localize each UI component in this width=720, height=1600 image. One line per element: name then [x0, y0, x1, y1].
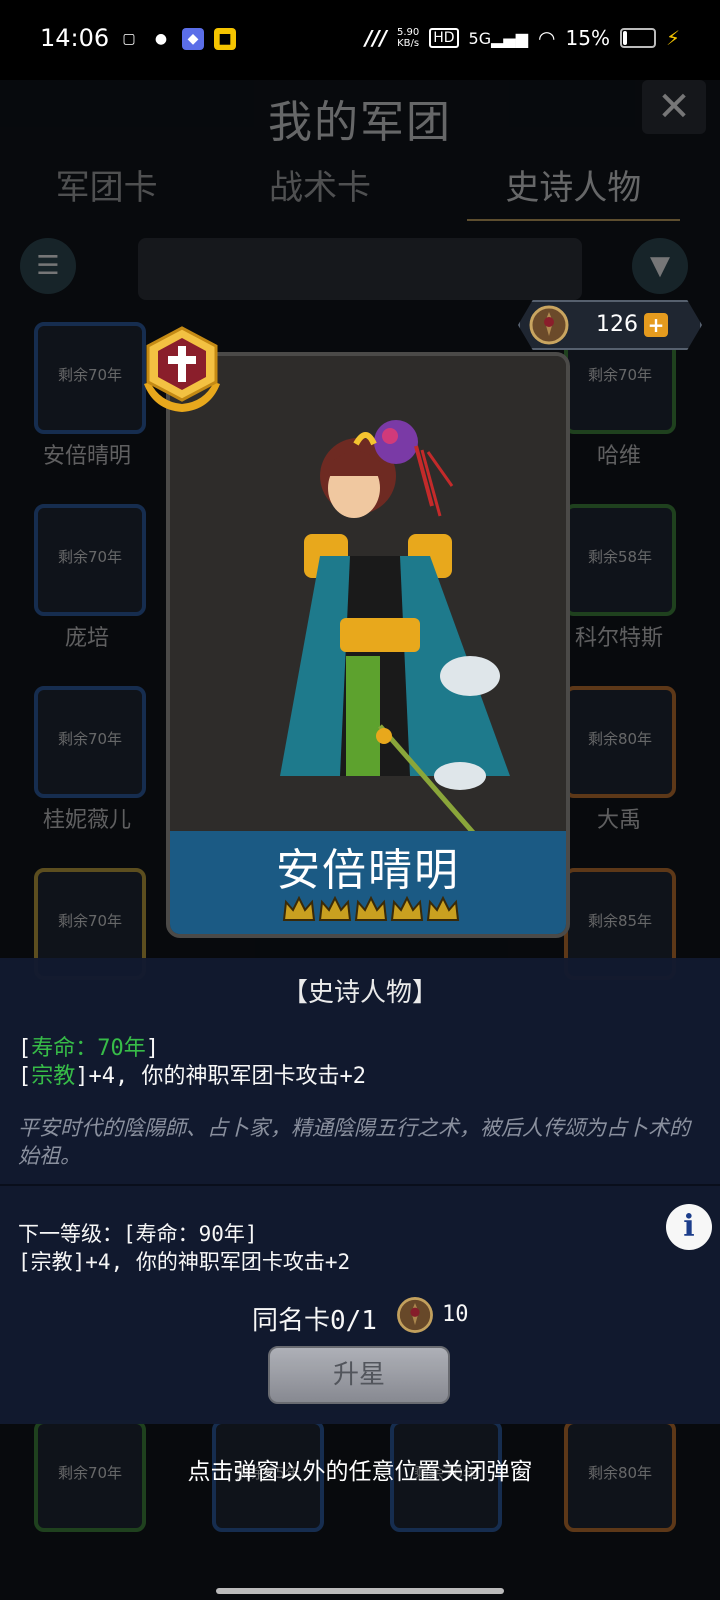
filter-icon[interactable]: ▼: [632, 238, 688, 294]
info-icon[interactable]: i: [666, 1204, 712, 1250]
crown-star-icon: [318, 896, 352, 921]
tab-army-cards[interactable]: 军团卡: [0, 160, 213, 221]
resource-value: 126: [596, 312, 638, 337]
crown-star-icon: [282, 896, 316, 921]
signal-icon: 5G▂▄▆: [468, 28, 529, 48]
card-name: 桂妮薇儿: [42, 808, 131, 833]
wifi-icon: ◠: [538, 26, 556, 50]
effect-line: [宗教]+4, 你的神职军团卡攻击+2: [18, 1064, 366, 1089]
effect-tag: 宗教: [31, 1064, 76, 1089]
card-slot[interactable]: 剩余70年: [34, 686, 146, 798]
add-resource-button[interactable]: +: [644, 313, 668, 337]
hd-icon: HD: [429, 28, 459, 48]
character-description: 平安时代的陰陽師、占卜家，精通陰陽五行之术，被后人传颂为占卜术的始祖。: [18, 1116, 690, 1168]
search-input[interactable]: [138, 238, 582, 300]
crown-star-icon: [390, 896, 424, 921]
character-portrait: [170, 356, 566, 918]
clock: 14:06: [40, 24, 110, 52]
status-bar: 14:06 ▢ ● ◆ ■ /// 5.90 KB/s HD 5G▂▄▆ ◠ 1…: [0, 0, 720, 80]
screen-title: 我的军团: [268, 97, 452, 148]
duplicate-card-count: 同名卡0/1: [252, 1306, 377, 1336]
star-rating: [282, 896, 460, 922]
upgrade-cost: 10: [442, 1302, 469, 1327]
detail-panel: 【史诗人物】 [寿命：70年] [宗教]+4, 你的神职军团卡攻击+2 平安时代…: [0, 958, 720, 1184]
network-speed: 5.90 KB/s: [396, 27, 420, 49]
crown-star-icon: [426, 896, 460, 921]
card-slot[interactable]: 剩余58年: [564, 504, 676, 616]
card-category: 【史诗人物】: [281, 978, 438, 1008]
card-name: 庞培: [64, 626, 109, 651]
card-name: 安倍晴明: [42, 444, 131, 469]
character-card: 安倍晴明: [166, 352, 570, 938]
list-icon[interactable]: ☰: [20, 238, 76, 294]
religion-emblem-icon: [144, 326, 220, 412]
tab-tactic-cards[interactable]: 战术卡: [213, 160, 426, 221]
effect-text: +4, 你的神职军团卡攻击+2: [88, 1064, 366, 1089]
close-icon[interactable]: ✕: [642, 80, 706, 134]
charging-icon: ⚡: [665, 26, 680, 50]
upgrade-star-button[interactable]: 升星: [268, 1346, 450, 1404]
card-slot[interactable]: 剩余80年: [564, 686, 676, 798]
tab-bar: 军团卡 战术卡 史诗人物: [0, 160, 720, 221]
tab-epic-characters[interactable]: 史诗人物: [466, 160, 680, 221]
close-hint: 点击弹窗以外的任意位置关闭弹窗: [187, 1459, 533, 1485]
character-name: 安倍晴明: [276, 845, 460, 896]
meituan-icon: ■: [214, 28, 236, 50]
app-icon: ◆: [182, 28, 204, 50]
battery-percent: 15%: [565, 26, 610, 50]
crown-star-icon: [354, 896, 388, 921]
chat-icon: ●: [154, 31, 168, 47]
battery-icon: [619, 28, 656, 48]
laurel-medal-icon: [397, 1297, 433, 1333]
system-icons: /// 5.90 KB/s HD 5G▂▄▆ ◠ 15% ⚡: [365, 26, 680, 50]
card-slot[interactable]: 剩余70年: [34, 504, 146, 616]
next-level-text: 下一等级：[寿命：90年]: [18, 1222, 258, 1246]
carrier-icon: ///: [365, 26, 387, 50]
laurel-medal-icon: [529, 305, 569, 345]
tv-icon: ▢: [122, 31, 136, 47]
next-level-effect: [宗教]+4, 你的神职军团卡攻击+2: [18, 1250, 351, 1274]
notification-icons: ▢ ● ◆ ■: [118, 28, 236, 50]
card-slot[interactable]: 剩余70年: [34, 322, 146, 434]
upgrade-panel: 下一等级：[寿命：90年] [宗教]+4, 你的神职军团卡攻击+2 i 同名卡0…: [0, 1184, 720, 1424]
home-indicator[interactable]: [216, 1588, 504, 1594]
